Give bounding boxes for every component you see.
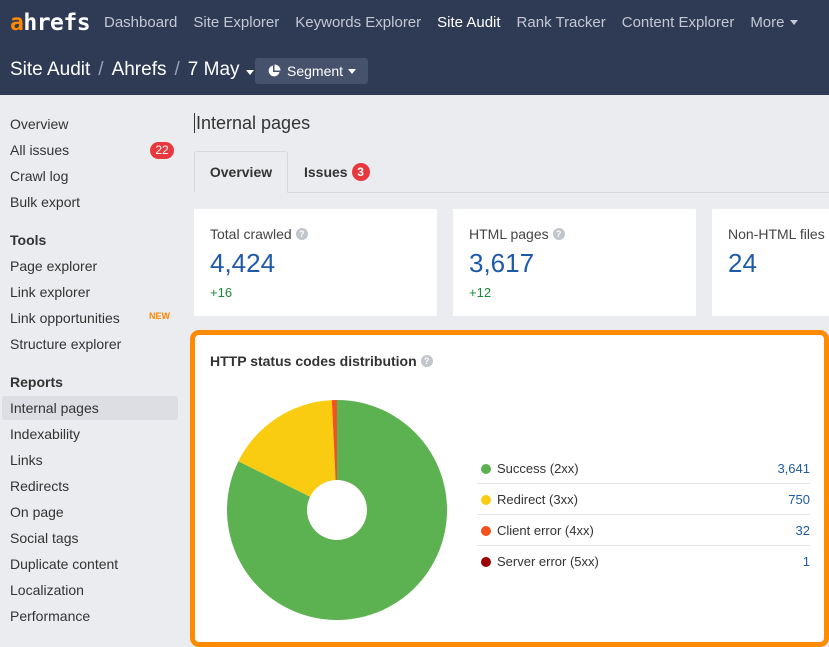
total-crawled-delta: +16 [210,285,233,300]
tabs-divider [194,192,829,193]
sidebar-item-indexability[interactable]: Indexability [2,422,178,446]
sidebar-item-on-page[interactable]: On page [2,500,178,524]
chart-legend: Success (2xx) 3,641 Redirect (3xx) 750 C… [477,453,810,577]
help-icon[interactable]: ? [552,228,565,241]
tab-overview[interactable]: Overview [194,151,288,193]
breadcrumb-date-dropdown[interactable]: 7 May [188,59,254,81]
pie-chart-icon [268,64,281,77]
legend-dot-success [481,464,491,474]
breadcrumb-site-audit[interactable]: Site Audit [10,59,90,81]
page-title: Internal pages [194,113,311,133]
chart-title: HTTP status codes distribution? [210,353,433,369]
non-html-files-value[interactable]: 24 [728,248,757,279]
total-crawled-value[interactable]: 4,424 [210,248,275,279]
nav-rank-tracker[interactable]: Rank Tracker [517,15,606,31]
legend-value-redirect[interactable]: 750 [788,492,810,507]
legend-value-success[interactable]: 3,641 [777,461,810,476]
segment-button[interactable]: Segment [255,58,368,84]
sidebar-item-performance[interactable]: Performance [2,604,178,628]
nav-keywords-explorer[interactable]: Keywords Explorer [295,15,421,31]
legend-row-redirect[interactable]: Redirect (3xx) 750 [477,484,810,515]
new-tag: NEW [149,311,170,321]
help-icon[interactable]: ? [295,228,308,241]
sidebar-item-link-explorer[interactable]: Link explorer [2,280,178,304]
sidebar-item-overview[interactable]: Overview [2,112,178,136]
tab-issues[interactable]: Issues 3 [304,151,370,193]
sidebar-item-redirects[interactable]: Redirects [2,474,178,498]
sidebar-item-bulk-export[interactable]: Bulk export [2,190,178,214]
card-non-html-files: Non-HTML files 24 [712,209,829,316]
legend-row-server-error[interactable]: Server error (5xx) 1 [477,546,810,577]
issues-count-badge: 22 [150,142,174,159]
nav-dashboard[interactable]: Dashboard [104,15,177,31]
card-total-crawled: Total crawled? 4,424 +16 [194,209,437,316]
legend-row-client-error[interactable]: Client error (4xx) 32 [477,515,810,546]
sidebar-item-duplicate-content[interactable]: Duplicate content [2,552,178,576]
http-status-chart-panel: HTTP status codes distribution? Success … [190,330,829,647]
top-navbar: ahrefs Dashboard Site Explorer Keywords … [0,0,829,95]
breadcrumb: Site Audit / Ahrefs / 7 May [10,59,254,81]
sidebar-item-localization[interactable]: Localization [2,578,178,602]
sidebar-item-social-tags[interactable]: Social tags [2,526,178,550]
sidebar-item-link-opportunities[interactable]: Link opportunities NEW [2,306,178,330]
sidebar-item-structure-explorer[interactable]: Structure explorer [2,332,178,356]
breadcrumb-project[interactable]: Ahrefs [112,59,167,81]
chevron-down-icon [348,68,357,74]
sidebar: Overview All issues 22 Crawl log Bulk exp… [0,95,185,647]
sidebar-item-internal-pages[interactable]: Internal pages [2,396,178,420]
breadcrumb-separator: / [98,59,104,80]
html-pages-delta: +12 [469,285,492,300]
main-nav: Dashboard Site Explorer Keywords Explore… [104,15,814,31]
sidebar-item-crawl-log[interactable]: Crawl log [2,164,178,188]
nav-content-explorer[interactable]: Content Explorer [622,15,735,31]
legend-dot-server-error [481,557,491,567]
chevron-down-icon [789,19,798,25]
sidebar-heading-reports: Reports [10,374,63,390]
nav-more[interactable]: More [750,15,798,31]
html-pages-value[interactable]: 3,617 [469,248,534,279]
legend-dot-redirect [481,495,491,505]
legend-value-client-error[interactable]: 32 [796,523,810,538]
breadcrumb-separator: / [174,59,180,80]
ahrefs-logo[interactable]: ahrefs [10,10,91,36]
chevron-down-icon [245,70,254,75]
legend-value-server-error[interactable]: 1 [803,554,810,569]
nav-site-explorer[interactable]: Site Explorer [193,15,279,31]
sidebar-item-page-explorer[interactable]: Page explorer [2,254,178,278]
sidebar-item-all-issues[interactable]: All issues 22 [2,138,178,162]
sidebar-heading-tools: Tools [10,232,47,248]
card-html-pages: HTML pages? 3,617 +12 [453,209,696,316]
issues-tab-badge: 3 [351,163,370,181]
donut-chart [226,400,447,620]
legend-dot-client-error [481,526,491,536]
help-icon[interactable]: ? [420,355,433,368]
legend-row-success[interactable]: Success (2xx) 3,641 [477,453,810,484]
sidebar-item-links[interactable]: Links [2,448,178,472]
nav-site-audit[interactable]: Site Audit [437,15,500,31]
